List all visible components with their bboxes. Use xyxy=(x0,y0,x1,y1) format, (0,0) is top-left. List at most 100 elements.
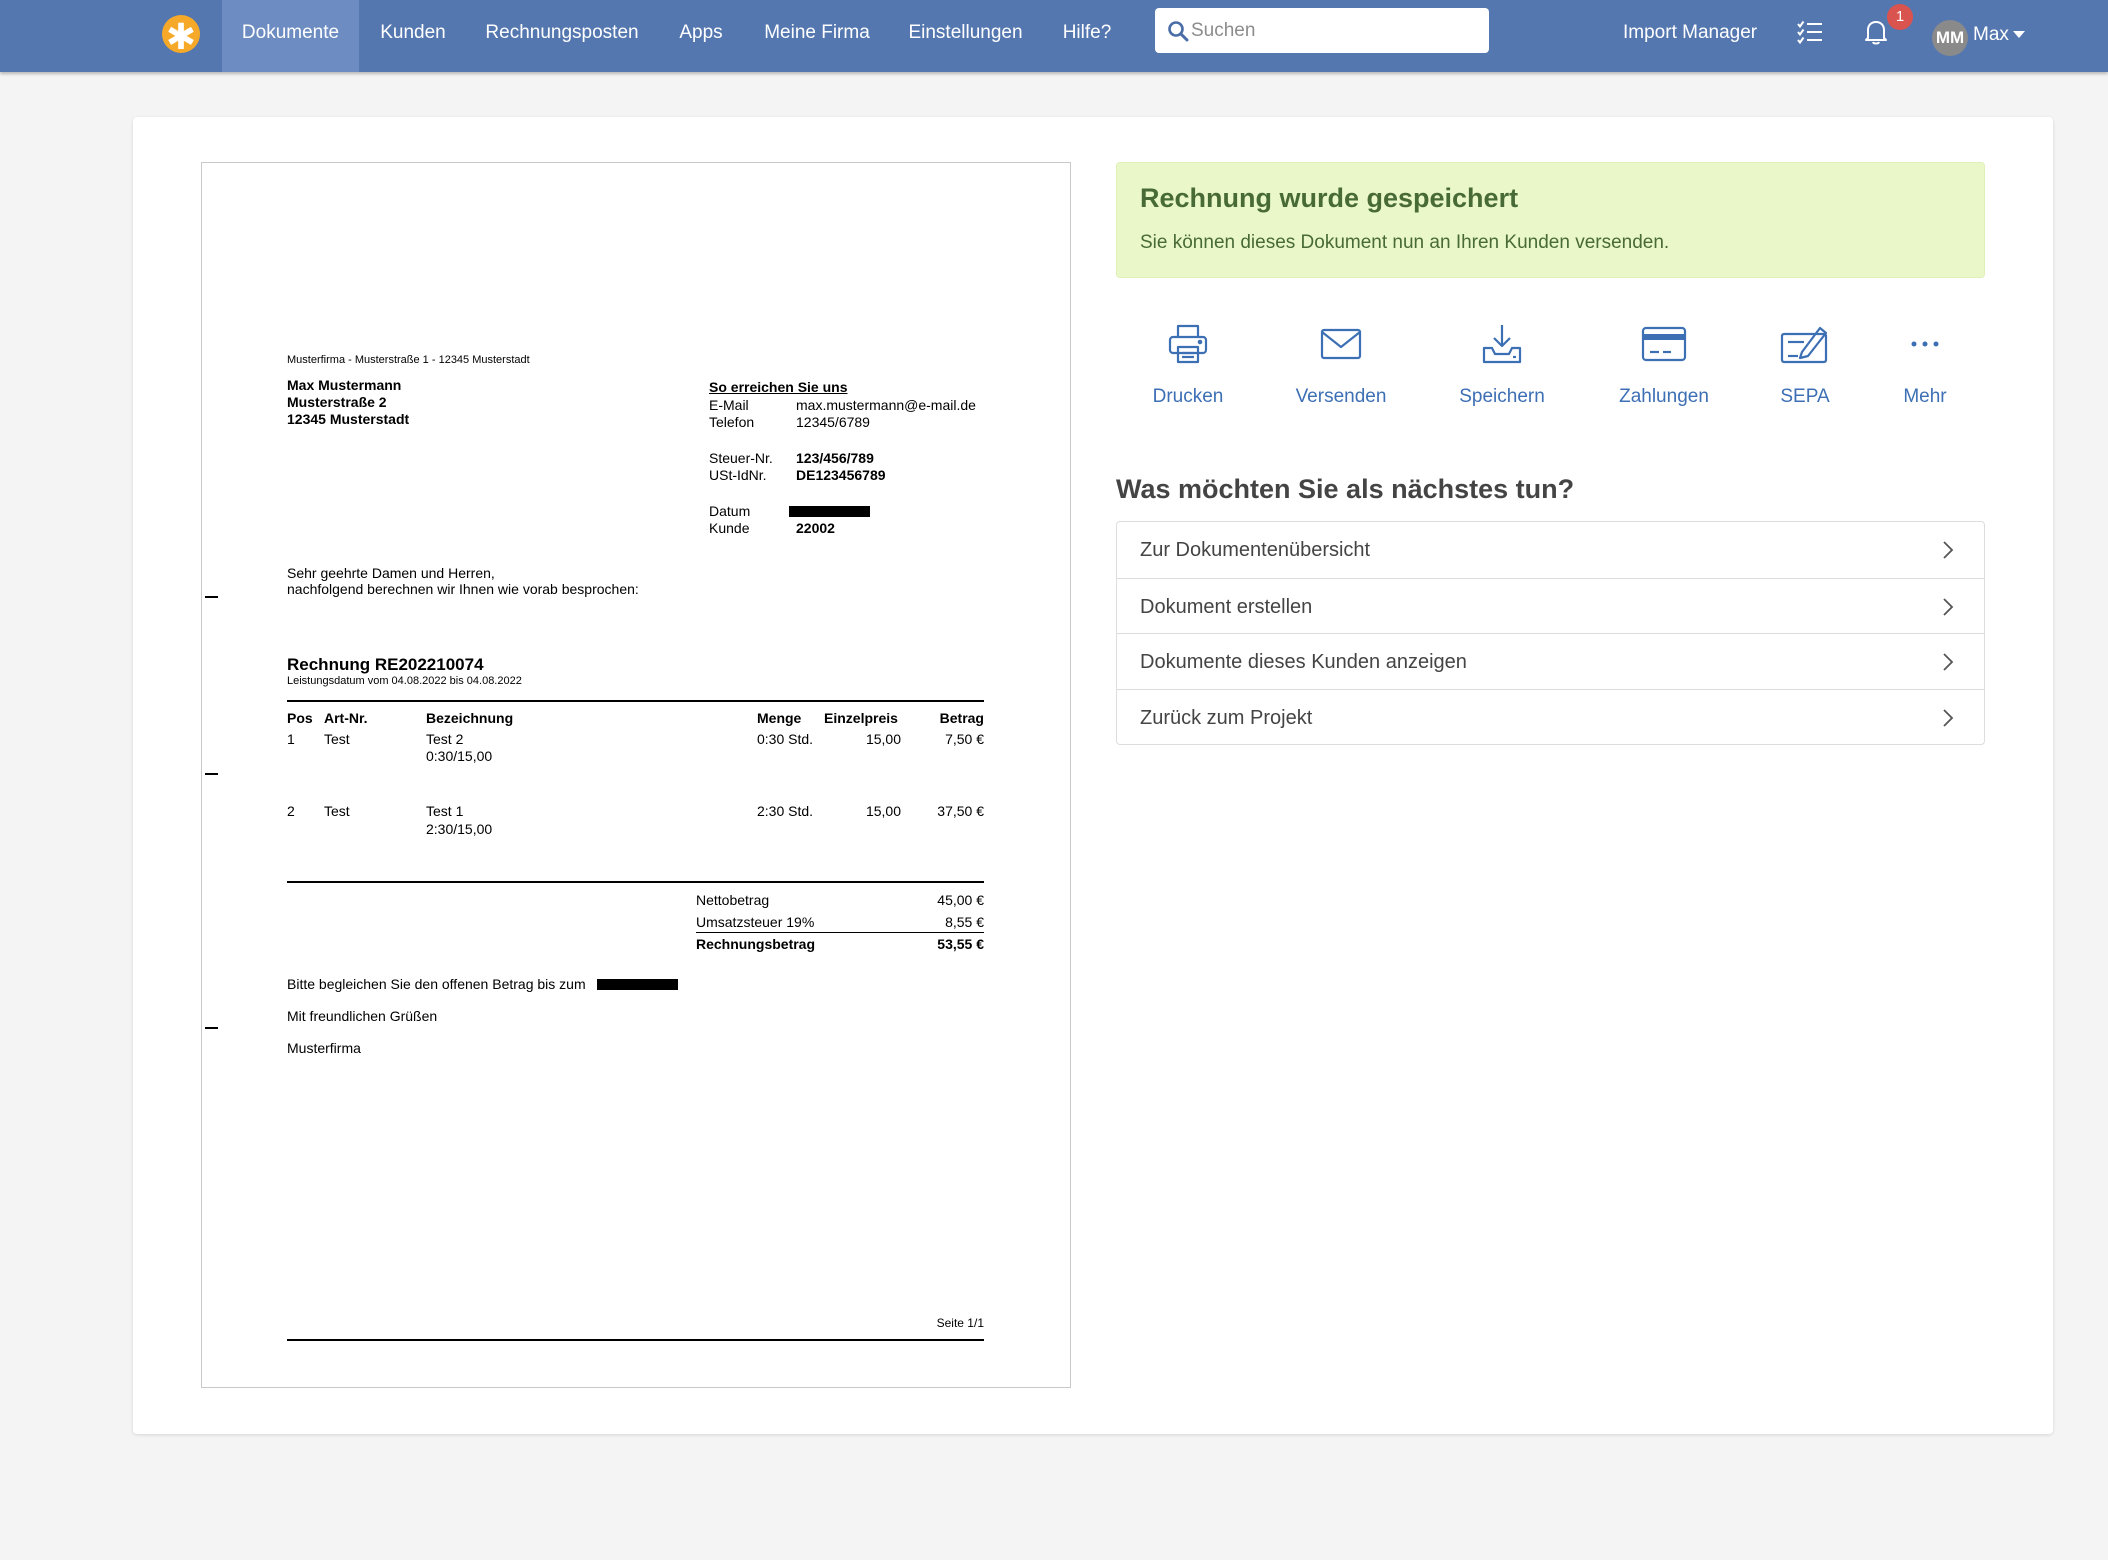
payments-label: Zahlungen xyxy=(1619,386,1709,407)
more-label: Mehr xyxy=(1903,386,1947,407)
redacted-due-date xyxy=(597,979,678,990)
fold-mark xyxy=(205,596,218,598)
download-icon xyxy=(1482,325,1522,364)
col-desc: Bezeichnung xyxy=(426,710,514,726)
send-label: Versenden xyxy=(1295,386,1387,407)
redacted-date xyxy=(789,506,870,517)
nav-item-dokumente[interactable]: Dokumente xyxy=(222,0,359,72)
vat-tax-label: Umsatzsteuer 19% xyxy=(696,914,815,930)
username-label: Max xyxy=(1973,24,2009,45)
table-cell: 2 xyxy=(287,803,295,819)
customer-value: 22002 xyxy=(796,520,835,536)
vat-tax-value: 8,55 € xyxy=(945,914,984,930)
table-cell: Test 2 xyxy=(426,731,464,747)
notification-badge: 1 xyxy=(1887,4,1913,30)
chevron-right-icon xyxy=(1943,597,1954,616)
sender-line: Musterfirma - Musterstraße 1 - 12345 Mus… xyxy=(287,354,530,366)
print-button[interactable]: Drucken xyxy=(1138,318,1238,408)
service-date: Leistungsdatum vom 04.08.2022 bis 04.08.… xyxy=(287,675,522,687)
invoice-title: Rechnung RE202210074 xyxy=(287,655,484,674)
table-cell: 7,50 € xyxy=(945,731,984,747)
payment-text: Bitte begleichen Sie den offenen Betrag … xyxy=(287,976,586,992)
recipient-name: Max Mustermann xyxy=(287,377,402,393)
alert-text: Sie können dieses Dokument nun an Ihren … xyxy=(1140,232,1670,253)
table-cell: 2:30/15,00 xyxy=(426,821,493,837)
table-rule xyxy=(287,700,984,702)
total-rule xyxy=(696,932,984,933)
next-steps-title: Was möchten Sie als nächstes tun? xyxy=(1116,474,1575,504)
nav-item-hilfe[interactable]: Hilfe? xyxy=(1042,0,1132,72)
import-manager-link[interactable]: Import Manager xyxy=(1623,0,1757,66)
list-item[interactable]: Zurück zum Projekt xyxy=(1117,688,1984,745)
save-button[interactable]: Speichern xyxy=(1447,318,1557,408)
chevron-right-icon xyxy=(1943,653,1954,671)
table-cell: 0:30/15,00 xyxy=(426,748,493,764)
nav-item-apps[interactable]: Apps xyxy=(657,0,745,72)
vat-label: USt-IdNr. xyxy=(709,467,767,483)
net-label: Nettobetrag xyxy=(696,892,770,908)
page-number: Seite 1/1 xyxy=(936,1316,984,1330)
credit-card-icon xyxy=(1641,326,1687,362)
regards-text: Mit freundlichen Grüßen xyxy=(287,1008,438,1024)
greeting-line-1: Sehr geehrte Damen und Herren, xyxy=(287,565,495,581)
date-label: Datum xyxy=(709,503,751,519)
phone-value: 12345/6789 xyxy=(796,414,870,430)
send-button[interactable]: Versenden xyxy=(1283,318,1399,408)
recipient-street: Musterstraße 2 xyxy=(287,394,387,410)
nav-item-einstellungen[interactable]: Einstellungen xyxy=(889,0,1042,72)
tax-label: Steuer-Nr. xyxy=(709,450,773,466)
recipient-city: 12345 Musterstadt xyxy=(287,411,410,427)
print-label: Drucken xyxy=(1152,386,1224,407)
email-value: max.mustermann@e-mail.de xyxy=(796,397,976,413)
next-steps-list: Zur Dokumentenübersicht Dokument erstell… xyxy=(1116,521,1985,745)
customer-label: Kunde xyxy=(709,520,750,536)
more-icon xyxy=(1911,341,1939,347)
nav-item-meine-firma[interactable]: Meine Firma xyxy=(745,0,889,72)
table-cell: 1 xyxy=(287,731,295,747)
sepa-button[interactable]: SEPA xyxy=(1770,318,1840,408)
net-value: 45,00 € xyxy=(937,892,984,908)
table-cell: Test xyxy=(324,803,350,819)
list-item[interactable]: Zur Dokumentenübersicht xyxy=(1117,522,1984,578)
chevron-right-icon xyxy=(1943,708,1954,727)
totals-rule xyxy=(287,881,984,883)
total-label: Rechnungsbetrag xyxy=(696,936,816,952)
table-cell: Test xyxy=(324,731,350,747)
fold-mark xyxy=(205,773,218,775)
search-input[interactable] xyxy=(1191,8,1481,53)
more-button[interactable]: Mehr xyxy=(1895,318,1955,408)
greeting-line-2: nachfolgend berechnen wir Ihnen wie vora… xyxy=(287,581,639,597)
top-navbar: ✱ Dokumente Kunden Rechnungsposten Apps … xyxy=(0,0,2108,72)
nav-item-rechnungsposten[interactable]: Rechnungsposten xyxy=(467,0,657,72)
search-box xyxy=(1155,8,1489,53)
contact-heading: So erreichen Sie uns xyxy=(709,379,848,395)
col-qty: Menge xyxy=(757,710,802,726)
footer-rule xyxy=(287,1339,984,1341)
alert-title: Rechnung wurde gespeichert xyxy=(1140,183,1519,213)
table-cell: Test 1 xyxy=(426,803,464,819)
sepa-icon xyxy=(1780,326,1828,364)
app-logo-icon[interactable]: ✱ xyxy=(162,15,200,57)
invoice-preview[interactable]: Musterfirma - Musterstraße 1 - 12345 Mus… xyxy=(201,162,1071,1388)
vat-value: DE123456789 xyxy=(796,467,886,483)
save-label: Speichern xyxy=(1459,386,1545,407)
payments-button[interactable]: Zahlungen xyxy=(1607,318,1721,408)
list-item[interactable]: Dokumente dieses Kunden anzeigen xyxy=(1117,633,1984,689)
table-cell: 37,50 € xyxy=(937,803,984,819)
col-amount: Betrag xyxy=(939,710,984,726)
phone-label: Telefon xyxy=(709,414,755,430)
avatar[interactable]: MM xyxy=(1932,20,1968,56)
task-list-icon[interactable] xyxy=(1797,20,1823,44)
success-alert: Rechnung wurde gespeichert Sie können di… xyxy=(1116,162,1985,278)
tax-value: 123/456/789 xyxy=(796,450,874,466)
printer-icon xyxy=(1168,324,1208,364)
list-item-label: Dokumente dieses Kunden anzeigen xyxy=(1140,651,1467,673)
total-value: 53,55 € xyxy=(937,936,984,952)
caret-down-icon xyxy=(2012,31,2025,39)
nav-item-kunden[interactable]: Kunden xyxy=(359,0,467,72)
user-menu[interactable]: Max xyxy=(1973,0,2025,70)
col-art: Art-Nr. xyxy=(324,710,368,726)
bell-icon[interactable] xyxy=(1864,19,1888,45)
envelope-icon xyxy=(1320,328,1362,360)
list-item[interactable]: Dokument erstellen xyxy=(1117,577,1984,634)
